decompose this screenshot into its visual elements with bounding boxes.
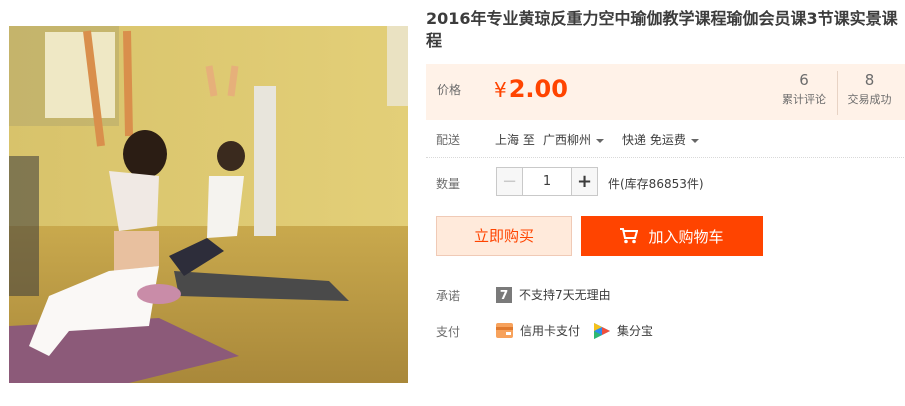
price-value: ¥2.00 (494, 72, 568, 107)
destination-select[interactable]: 广西柳州 (543, 131, 605, 148)
buy-now-button[interactable]: 立即购买 (436, 216, 572, 256)
credit-card-icon (496, 323, 513, 338)
shipping-method-select[interactable]: 快递 免运费 (622, 131, 699, 148)
yoga-photo (9, 26, 408, 383)
add-to-cart-label: 加入购物车 (648, 227, 724, 246)
increase-button[interactable]: + (571, 167, 598, 196)
payment-label: 支付 (436, 325, 461, 339)
promise-label: 承诺 (436, 289, 461, 303)
jifenbao-payment[interactable]: 集分宝 (594, 322, 653, 339)
deals-label: 交易成功 (847, 93, 892, 106)
currency-symbol: ¥ (494, 78, 507, 102)
ship-from: 上海 至 (495, 133, 535, 147)
price-label: 价格 (437, 83, 462, 97)
decrease-button[interactable]: − (496, 167, 523, 196)
deals-count: 8 (864, 71, 875, 89)
reviews-label: 累计评论 (782, 93, 826, 106)
chevron-down-icon (690, 138, 699, 143)
product-title: 2016年专业黄琼反重力空中瑜伽教学课程瑜伽会员课3节课实景课程 (426, 9, 898, 50)
add-to-cart-button[interactable]: 加入购物车 (581, 216, 763, 256)
promise-item[interactable]: 7 不支持7天无理由 (496, 286, 611, 303)
stock-text: 件(库存86853件) (608, 177, 704, 191)
deals-stat: 8 交易成功 (837, 71, 901, 115)
price-panel: 价格 ¥2.00 6 累计评论 8 交易成功 (426, 64, 905, 120)
reviews-count: 6 (799, 71, 809, 89)
chevron-down-icon (596, 138, 605, 143)
quantity-label: 数量 (436, 177, 461, 191)
quantity-input[interactable]: 1 (523, 167, 571, 196)
cart-icon (620, 228, 639, 244)
jifenbao-label: 集分宝 (617, 324, 654, 338)
seven-day-icon: 7 (496, 286, 512, 303)
quantity-stepper: − 1 + (496, 167, 598, 196)
promise-text: 不支持7天无理由 (519, 288, 611, 302)
divider (426, 157, 904, 158)
shipping-label: 配送 (436, 133, 461, 147)
price-amount: 2.00 (508, 75, 568, 103)
jifenbao-icon (594, 322, 610, 339)
credit-card-label: 信用卡支付 (520, 324, 581, 338)
shipping-method-value: 快递 免运费 (622, 133, 686, 147)
reviews-stat[interactable]: 6 累计评论 (772, 71, 836, 108)
product-image[interactable] (9, 26, 408, 383)
credit-card-payment[interactable]: 信用卡支付 (496, 322, 580, 339)
destination-value: 广西柳州 (543, 133, 592, 147)
